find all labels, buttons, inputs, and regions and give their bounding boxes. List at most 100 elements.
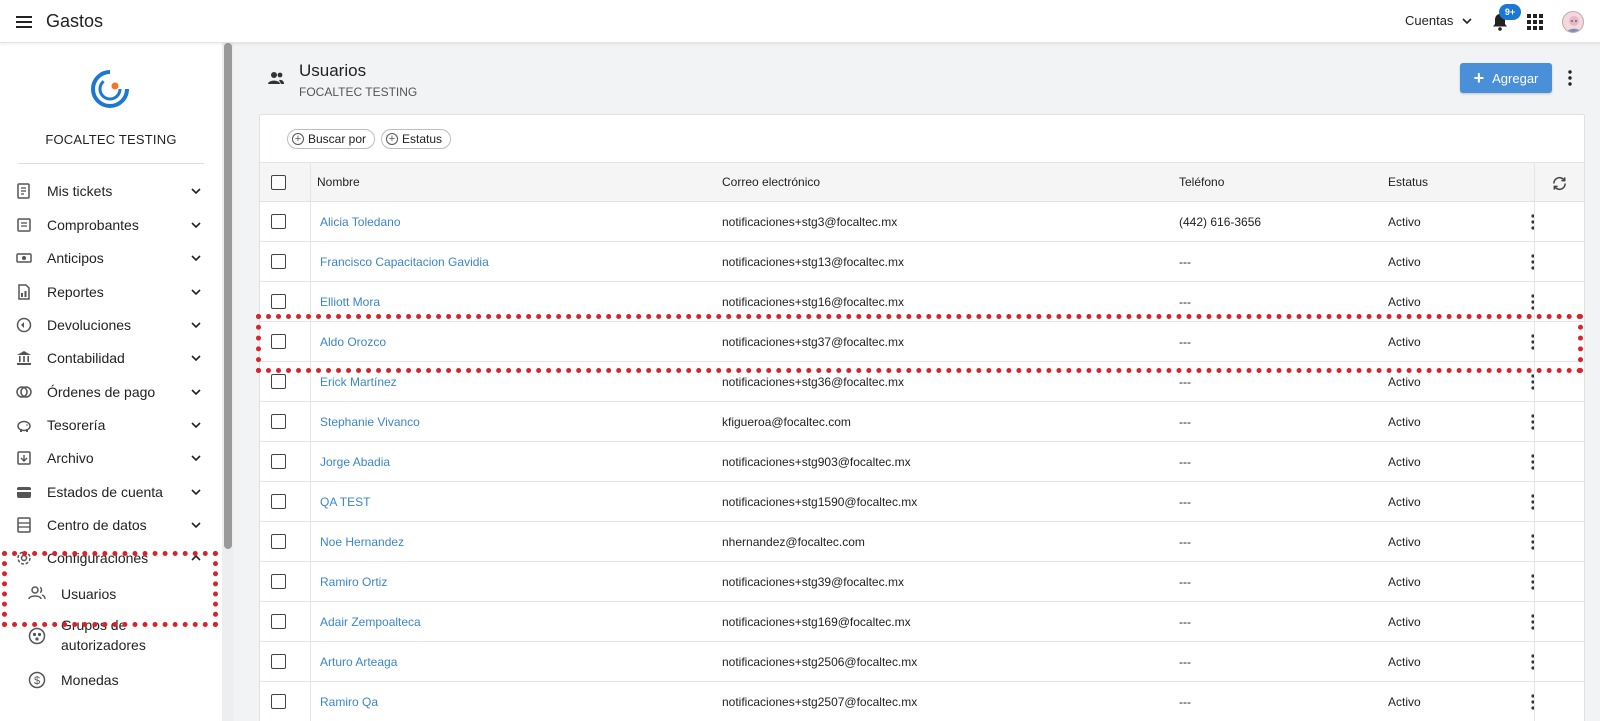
sidebar-item-estados-de-cuenta[interactable]: Estados de cuenta bbox=[0, 477, 222, 507]
sidebar-scrollbar[interactable] bbox=[224, 43, 232, 549]
row-checkbox[interactable] bbox=[271, 614, 286, 629]
user-name-link[interactable]: Arturo Arteaga bbox=[320, 655, 397, 669]
ticket-icon bbox=[17, 183, 30, 199]
row-checkbox[interactable] bbox=[271, 214, 286, 229]
sidebar-item-reportes[interactable]: Reportes bbox=[0, 277, 222, 307]
user-name-link[interactable]: Aldo Orozco bbox=[320, 335, 386, 349]
column-header-email[interactable]: Correo electrónico bbox=[722, 175, 820, 189]
user-email: notificaciones+stg169@focaltec.mx bbox=[722, 615, 911, 629]
table-row: Francisco Capacitacion Gavidia notificac… bbox=[260, 242, 1584, 282]
sidebar-subitem-grupos-de-autorizadores[interactable]: Grupos de autorizadores bbox=[0, 615, 222, 659]
sidebar-item-mis-tickets[interactable]: Mis tickets bbox=[0, 176, 222, 206]
sidebar-subitem-usuarios[interactable]: Usuarios bbox=[0, 579, 222, 609]
user-phone: --- bbox=[1179, 335, 1191, 349]
row-checkbox[interactable] bbox=[271, 254, 286, 269]
row-checkbox[interactable] bbox=[271, 374, 286, 389]
user-email: notificaciones+stg13@focaltec.mx bbox=[722, 255, 904, 269]
plus-icon: + bbox=[1473, 68, 1485, 88]
column-header-name[interactable]: Nombre bbox=[317, 175, 360, 189]
chevron-down-icon bbox=[191, 289, 201, 296]
user-status: Activo bbox=[1388, 615, 1421, 629]
user-status: Activo bbox=[1388, 455, 1421, 469]
row-more-options-icon[interactable] bbox=[1530, 694, 1536, 710]
cash-icon bbox=[16, 253, 32, 263]
row-more-options-icon[interactable] bbox=[1530, 534, 1536, 550]
sidebar-item-tesoreria[interactable]: Tesorería bbox=[0, 410, 222, 440]
filter-chip-search-by[interactable]: + Buscar por bbox=[287, 129, 376, 149]
user-status: Activo bbox=[1388, 535, 1421, 549]
user-name-link[interactable]: Elliott Mora bbox=[320, 295, 380, 309]
row-more-options-icon[interactable] bbox=[1530, 494, 1536, 510]
user-name-link[interactable]: Jorge Abadia bbox=[320, 455, 390, 469]
row-more-options-icon[interactable] bbox=[1530, 454, 1536, 470]
avatar[interactable] bbox=[1562, 11, 1584, 33]
apps-grid-icon[interactable] bbox=[1527, 14, 1543, 30]
page-subtitle: FOCALTEC TESTING bbox=[299, 85, 418, 99]
sidebar-item-centro-de-datos[interactable]: Centro de datos bbox=[0, 510, 222, 540]
sidebar-item-label: Archivo bbox=[47, 450, 94, 466]
row-more-options-icon[interactable] bbox=[1530, 614, 1536, 630]
user-name-link[interactable]: Francisco Capacitacion Gavidia bbox=[320, 255, 489, 269]
users-icon bbox=[28, 586, 46, 600]
sidebar-item-comprobantes[interactable]: Comprobantes bbox=[0, 210, 222, 240]
sidebar-item-archivo[interactable]: Archivo bbox=[0, 443, 222, 473]
sidebar-item-contabilidad[interactable]: Contabilidad bbox=[0, 343, 222, 373]
row-checkbox[interactable] bbox=[271, 454, 286, 469]
user-email: notificaciones+stg37@focaltec.mx bbox=[722, 335, 904, 349]
brand-divider bbox=[18, 163, 204, 164]
row-checkbox[interactable] bbox=[271, 494, 286, 509]
accounts-dropdown[interactable]: Cuentas bbox=[1405, 13, 1473, 28]
user-email: notificaciones+stg2507@focaltec.mx bbox=[722, 695, 918, 709]
row-more-options-icon[interactable] bbox=[1530, 214, 1536, 230]
sidebar-item-ordenes-de-pago[interactable]: Órdenes de pago bbox=[0, 377, 222, 407]
row-more-options-icon[interactable] bbox=[1530, 334, 1536, 350]
refresh-icon[interactable] bbox=[1551, 175, 1568, 192]
chevron-down-icon bbox=[191, 422, 201, 429]
top-bar: Gastos Cuentas 9+ bbox=[0, 0, 1600, 43]
user-name-link[interactable]: Ramiro Qa bbox=[320, 695, 378, 709]
column-header-status[interactable]: Estatus bbox=[1388, 175, 1428, 189]
more-options-icon[interactable] bbox=[1567, 70, 1573, 86]
row-checkbox[interactable] bbox=[271, 534, 286, 549]
row-checkbox[interactable] bbox=[271, 294, 286, 309]
add-user-button[interactable]: + Agregar bbox=[1460, 63, 1552, 93]
notification-badge: 9+ bbox=[1499, 4, 1521, 20]
svg-text:$: $ bbox=[34, 675, 40, 687]
select-all-checkbox[interactable] bbox=[271, 175, 286, 190]
report-icon bbox=[18, 284, 30, 300]
row-more-options-icon[interactable] bbox=[1530, 654, 1536, 670]
user-name-link[interactable]: Stephanie Vivanco bbox=[320, 415, 420, 429]
row-more-options-icon[interactable] bbox=[1530, 574, 1536, 590]
user-name-link[interactable]: Ramiro Ortiz bbox=[320, 575, 387, 589]
user-name-link[interactable]: Noe Hernandez bbox=[320, 535, 404, 549]
user-name-link[interactable]: QA TEST bbox=[320, 495, 370, 509]
users-icon bbox=[268, 72, 284, 84]
sidebar-item-configuraciones[interactable]: Configuraciones bbox=[0, 543, 222, 573]
sidebar-item-anticipos[interactable]: Anticipos bbox=[0, 243, 222, 273]
sidebar: FOCALTEC TESTING Mis tickets Comprobante… bbox=[0, 43, 222, 721]
sidebar-item-label: Mis tickets bbox=[47, 183, 113, 199]
user-status: Activo bbox=[1388, 215, 1421, 229]
sidebar-item-devoluciones[interactable]: Devoluciones bbox=[0, 310, 222, 340]
user-name-link[interactable]: Alicia Toledano bbox=[320, 215, 401, 229]
filter-chip-status[interactable]: + Estatus bbox=[381, 129, 452, 149]
row-more-options-icon[interactable] bbox=[1530, 294, 1536, 310]
row-checkbox[interactable] bbox=[271, 574, 286, 589]
user-name-link[interactable]: Adair Zempoalteca bbox=[320, 615, 421, 629]
row-checkbox[interactable] bbox=[271, 654, 286, 669]
row-more-options-icon[interactable] bbox=[1530, 414, 1536, 430]
user-phone: --- bbox=[1179, 695, 1191, 709]
row-checkbox[interactable] bbox=[271, 334, 286, 349]
sidebar-subitem-monedas[interactable]: $ Monedas bbox=[0, 669, 222, 699]
row-more-options-icon[interactable] bbox=[1530, 374, 1536, 390]
users-table-card: + Buscar por + Estatus Nombre Correo ele… bbox=[259, 114, 1585, 721]
table-row: QA TEST notificaciones+stg1590@focaltec.… bbox=[260, 482, 1584, 522]
user-name-link[interactable]: Erick Martínez bbox=[320, 375, 397, 389]
user-status: Activo bbox=[1388, 255, 1421, 269]
column-header-phone[interactable]: Teléfono bbox=[1179, 175, 1224, 189]
row-checkbox[interactable] bbox=[271, 694, 286, 709]
sidebar-item-label: Anticipos bbox=[47, 250, 104, 266]
row-more-options-icon[interactable] bbox=[1530, 254, 1536, 270]
row-checkbox[interactable] bbox=[271, 414, 286, 429]
hamburger-menu-icon[interactable] bbox=[14, 12, 34, 32]
